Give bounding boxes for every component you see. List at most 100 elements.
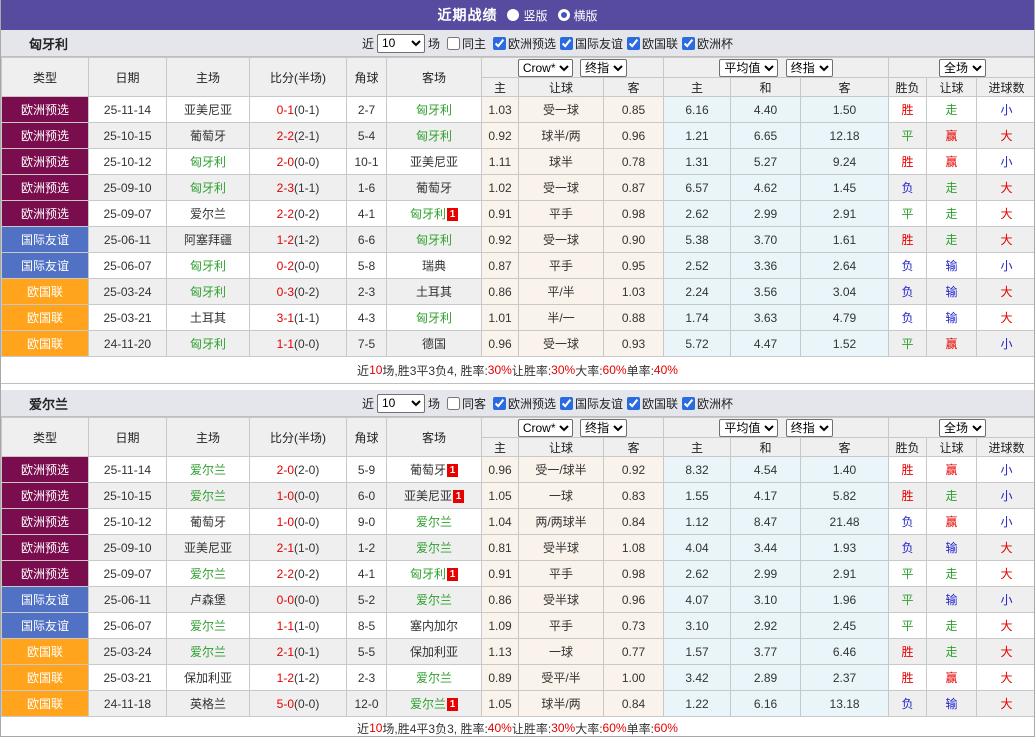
team-link[interactable]: 爱尔兰 (190, 645, 226, 659)
team-link[interactable]: 瑞典 (422, 259, 446, 273)
home-team-cell: 亚美尼亚 (167, 535, 250, 561)
competition-checkbox[interactable]: 欧国联 (623, 35, 678, 52)
team-link[interactable]: 葡萄牙 (416, 181, 452, 195)
avg-home-odds-cell: 5.38 (664, 227, 731, 253)
away-team-cell: 土耳其 (387, 279, 482, 305)
competition-label: 欧国联 (642, 35, 678, 52)
team-link[interactable]: 匈牙利 (190, 285, 226, 299)
same-venue-checkbox-input[interactable] (447, 397, 460, 410)
avg-away-odds-cell: 13.18 (801, 691, 889, 717)
scope-select[interactable]: 全场 (939, 59, 986, 77)
team-link[interactable]: 匈牙利 (190, 181, 226, 195)
competition-checkbox-input[interactable] (682, 37, 695, 50)
team-link[interactable]: 葡萄牙 (410, 463, 446, 477)
team-link[interactable]: 保加利亚 (410, 645, 458, 659)
book-home-odds-cell: 1.11 (482, 149, 519, 175)
team-link[interactable]: 爱尔兰 (410, 697, 446, 711)
result-goals-cell: 小 (977, 483, 1035, 509)
summary-segment: 让胜率: (512, 720, 551, 737)
bookmaker-select[interactable]: Crow* (518, 59, 573, 77)
team-link[interactable]: 亚美尼亚 (184, 541, 232, 555)
team-link[interactable]: 亚美尼亚 (184, 103, 232, 117)
team-link[interactable]: 匈牙利 (416, 129, 452, 143)
avg-away-odds-cell: 9.24 (801, 149, 889, 175)
team-section: 匈牙利 近 10 场 同主 欧洲预选国际友谊欧国联欧洲杯 (1, 30, 1034, 390)
competition-checkbox-input[interactable] (560, 37, 573, 50)
team-link[interactable]: 德国 (422, 337, 446, 351)
result-goals-cell: 小 (977, 587, 1035, 613)
team-link[interactable]: 匈牙利 (190, 155, 226, 169)
team-link[interactable]: 匈牙利 (190, 337, 226, 351)
team-link[interactable]: 爱尔兰 (190, 207, 226, 221)
team-link[interactable]: 爱尔兰 (416, 515, 452, 529)
competition-checkbox[interactable]: 欧国联 (623, 395, 678, 412)
competition-checkbox[interactable]: 欧洲预选 (489, 35, 556, 52)
average-select[interactable]: 平均值 (719, 59, 778, 77)
odds-stage-select[interactable]: 终指 (580, 419, 627, 437)
team-link[interactable]: 爱尔兰 (416, 541, 452, 555)
competition-checkbox[interactable]: 国际友谊 (556, 35, 623, 52)
competition-cell: 欧国联 (2, 691, 89, 717)
date-cell: 25-09-10 (89, 175, 167, 201)
competition-checkbox[interactable]: 国际友谊 (556, 395, 623, 412)
team-link[interactable]: 匈牙利 (416, 311, 452, 325)
competition-checkbox[interactable]: 欧洲杯 (678, 395, 733, 412)
team-link[interactable]: 爱尔兰 (416, 671, 452, 685)
same-venue-checkbox[interactable]: 同主 (443, 35, 486, 52)
team-link[interactable]: 卢森堡 (190, 593, 226, 607)
team-link[interactable]: 爱尔兰 (190, 567, 226, 581)
team-link[interactable]: 土耳其 (416, 285, 452, 299)
competition-checkbox-input[interactable] (560, 397, 573, 410)
home-team-cell: 爱尔兰 (167, 639, 250, 665)
recent-count-select[interactable]: 10 (377, 394, 425, 413)
team-link[interactable]: 爱尔兰 (190, 619, 226, 633)
team-link[interactable]: 土耳其 (190, 311, 226, 325)
team-link[interactable]: 阿塞拜疆 (184, 233, 232, 247)
team-link[interactable]: 英格兰 (190, 697, 226, 711)
avg-home-odds-cell: 5.72 (664, 331, 731, 357)
recent-count-select[interactable]: 10 (377, 34, 425, 53)
team-link[interactable]: 匈牙利 (410, 567, 446, 581)
competition-checkbox[interactable]: 欧洲杯 (678, 35, 733, 52)
layout-radio-vertical[interactable]: 竖版 (507, 7, 547, 24)
col-header-result-wdl: 胜负 (889, 78, 927, 97)
team-link[interactable]: 葡萄牙 (190, 515, 226, 529)
competition-checkbox-input[interactable] (627, 397, 640, 410)
team-link[interactable]: 匈牙利 (190, 259, 226, 273)
team-link[interactable]: 匈牙利 (410, 207, 446, 221)
bookmaker-select[interactable]: Crow* (518, 419, 573, 437)
team-link[interactable]: 保加利亚 (184, 671, 232, 685)
team-link[interactable]: 匈牙利 (416, 233, 452, 247)
competition-checkbox-input[interactable] (627, 37, 640, 50)
result-goals-cell: 大 (977, 123, 1035, 149)
team-link[interactable]: 匈牙利 (416, 103, 452, 117)
team-link[interactable]: 爱尔兰 (190, 463, 226, 477)
team-link[interactable]: 亚美尼亚 (410, 155, 458, 169)
team-link[interactable]: 爱尔兰 (190, 489, 226, 503)
average-stage-select[interactable]: 终指 (786, 59, 833, 77)
competition-checkbox-input[interactable] (682, 397, 695, 410)
team-link[interactable]: 亚美尼亚 (404, 489, 452, 503)
same-venue-checkbox[interactable]: 同客 (443, 395, 486, 412)
competition-checkbox-input[interactable] (493, 397, 506, 410)
average-stage-select[interactable]: 终指 (786, 419, 833, 437)
average-select[interactable]: 平均值 (719, 419, 778, 437)
score-halftime: (0-0) (294, 593, 319, 607)
competition-filters: 欧洲预选国际友谊 欧国联欧洲杯 (489, 35, 733, 52)
competition-checkbox[interactable]: 欧洲预选 (489, 395, 556, 412)
score-fulltime: 1-2 (277, 233, 294, 247)
avg-away-odds-cell: 1.93 (801, 535, 889, 561)
team-link[interactable]: 葡萄牙 (190, 129, 226, 143)
odds-stage-select[interactable]: 终指 (580, 59, 627, 77)
result-wdl-cell: 平 (889, 561, 927, 587)
col-header-odds-home: 主 (482, 438, 519, 457)
same-venue-checkbox-input[interactable] (447, 37, 460, 50)
score-fulltime: 0-2 (277, 259, 294, 273)
layout-radio-horizontal[interactable]: 横版 (558, 7, 598, 24)
scope-select[interactable]: 全场 (939, 419, 986, 437)
average-group-header: 平均值 终指 (664, 418, 889, 438)
book-away-odds-cell: 0.96 (604, 123, 664, 149)
team-link[interactable]: 塞内加尔 (410, 619, 458, 633)
team-link[interactable]: 爱尔兰 (416, 593, 452, 607)
competition-checkbox-input[interactable] (493, 37, 506, 50)
